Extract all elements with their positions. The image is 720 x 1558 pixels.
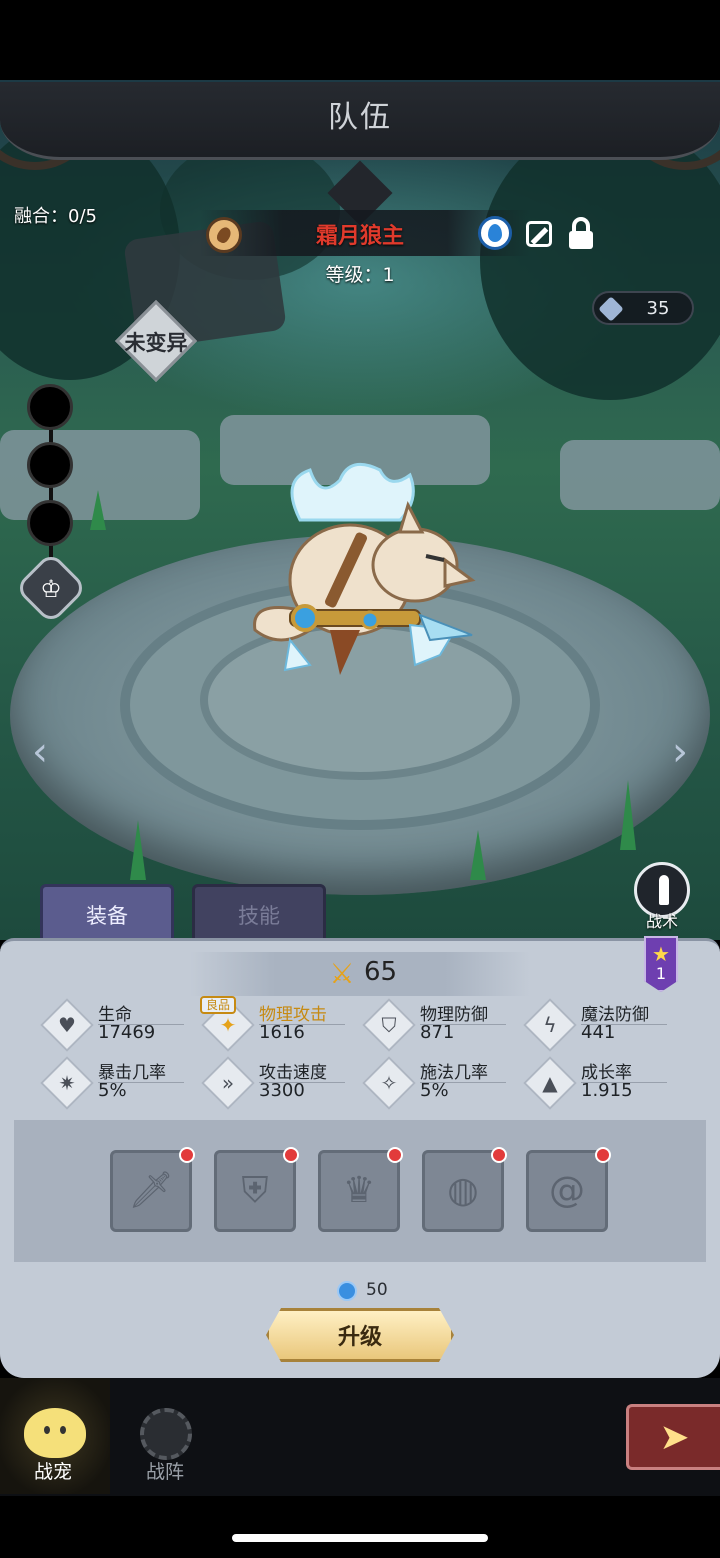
- combat-power: 65: [364, 957, 398, 987]
- shield-icon: ⛉: [381, 1013, 397, 1037]
- tab-skills[interactable]: 技能: [192, 884, 326, 946]
- frost-wolf-character[interactable]: [240, 460, 490, 690]
- ring-icon: ◍: [447, 1170, 479, 1211]
- stat-hp: ♥ 生命 17469: [40, 998, 198, 1052]
- star-icon: ★: [652, 942, 670, 966]
- grass: [620, 780, 636, 850]
- grass: [130, 820, 146, 880]
- rename-edit-icon[interactable]: [522, 217, 556, 251]
- stat-crit-rate: ✷ 暴击几率 5%: [40, 1056, 198, 1110]
- cast-icon: ✧: [380, 1071, 398, 1095]
- page-title: 队伍: [328, 100, 392, 135]
- proceed-arrow-button[interactable]: ➤: [626, 1404, 720, 1470]
- gem-count: 35: [646, 298, 670, 319]
- armor-icon: ⛨: [241, 1170, 269, 1211]
- power-banner: [190, 952, 530, 996]
- game-screen: 队伍 融合：0/5 霜月狼主 等级：1 35 未变异 ♔ ‹ › 战术 装备 技…: [0, 0, 720, 1558]
- chess-piece-icon: [659, 875, 669, 905]
- pet-slot-3[interactable]: [27, 500, 73, 546]
- stone-slab: [560, 440, 720, 510]
- alert-dot: [491, 1147, 507, 1163]
- star-rank-badge[interactable]: ★ 1: [644, 936, 678, 992]
- formation-gear-icon[interactable]: [140, 1408, 192, 1460]
- home-indicator[interactable]: [232, 1534, 488, 1542]
- next-pet-arrow-icon[interactable]: ›: [662, 728, 698, 776]
- equip-slot-weapon[interactable]: 🗡: [110, 1147, 195, 1232]
- pet-type-icon[interactable]: [206, 217, 242, 253]
- spiral-icon: @: [549, 1170, 585, 1211]
- alert-dot: [595, 1147, 611, 1163]
- speed-icon: »: [221, 1071, 235, 1095]
- helmet-icon: ♛: [342, 1170, 376, 1211]
- nav-battle-pet-label[interactable]: 战宠: [34, 1457, 72, 1484]
- gem-icon: [598, 296, 624, 322]
- grass: [90, 490, 106, 530]
- prev-pet-arrow-icon[interactable]: ‹: [22, 728, 58, 776]
- grass: [470, 830, 486, 880]
- gem-currency[interactable]: 35: [592, 291, 694, 325]
- heart-icon: ♥: [58, 1013, 76, 1037]
- alert-dot: [179, 1147, 195, 1163]
- upgrade-cost: 50: [366, 1280, 388, 1300]
- alert-dot: [283, 1147, 299, 1163]
- pet-name: 霜月狼主: [315, 224, 404, 249]
- spirit-flame-icon: [337, 1281, 357, 1301]
- lock-icon[interactable]: [564, 215, 598, 249]
- crit-icon: ✷: [58, 1071, 76, 1095]
- stat-growth-rate: ▲ 成长率 1.915: [523, 1056, 681, 1110]
- equip-slot-charm[interactable]: @: [526, 1147, 611, 1232]
- growth-icon: ▲: [542, 1071, 558, 1095]
- tab-equipment[interactable]: 装备: [40, 884, 174, 946]
- pet-blob-icon: [24, 1408, 86, 1458]
- stat-physical-defense: ⛉ 物理防御 871: [362, 998, 520, 1052]
- sword-icon: 🗡: [128, 1170, 174, 1211]
- pet-slot-2[interactable]: [27, 442, 73, 488]
- stat-cast-rate: ✧ 施法几率 5%: [362, 1056, 520, 1110]
- crossed-swords-icon: ⚔: [329, 957, 355, 990]
- pet-slot-1[interactable]: [27, 384, 73, 430]
- water-drop-icon[interactable]: [478, 216, 512, 250]
- quality-tag: 良品: [200, 996, 236, 1014]
- upgrade-button[interactable]: 升级: [266, 1308, 454, 1362]
- fusion-progress: 融合：0/5: [14, 206, 97, 227]
- pet-level: 等级：1: [325, 264, 395, 286]
- equip-slot-armor[interactable]: ⛨: [214, 1147, 299, 1232]
- crown-icon: ♔: [40, 575, 62, 603]
- tactic-label: 战术: [645, 912, 678, 931]
- star-count: 1: [655, 964, 667, 983]
- equip-slot-helmet[interactable]: ♛: [318, 1147, 403, 1232]
- stat-attack-speed: » 攻击速度 3300: [201, 1056, 359, 1110]
- mutation-status: 未变异: [124, 331, 188, 355]
- nav-formation-label[interactable]: 战阵: [146, 1457, 184, 1484]
- alert-dot: [387, 1147, 403, 1163]
- magic-shield-icon: ϟ: [543, 1013, 557, 1037]
- stat-magic-defense: ϟ 魔法防御 441: [523, 998, 681, 1052]
- arrow-right-icon: ➤: [659, 1416, 690, 1458]
- equip-slot-ring[interactable]: ◍: [422, 1147, 507, 1232]
